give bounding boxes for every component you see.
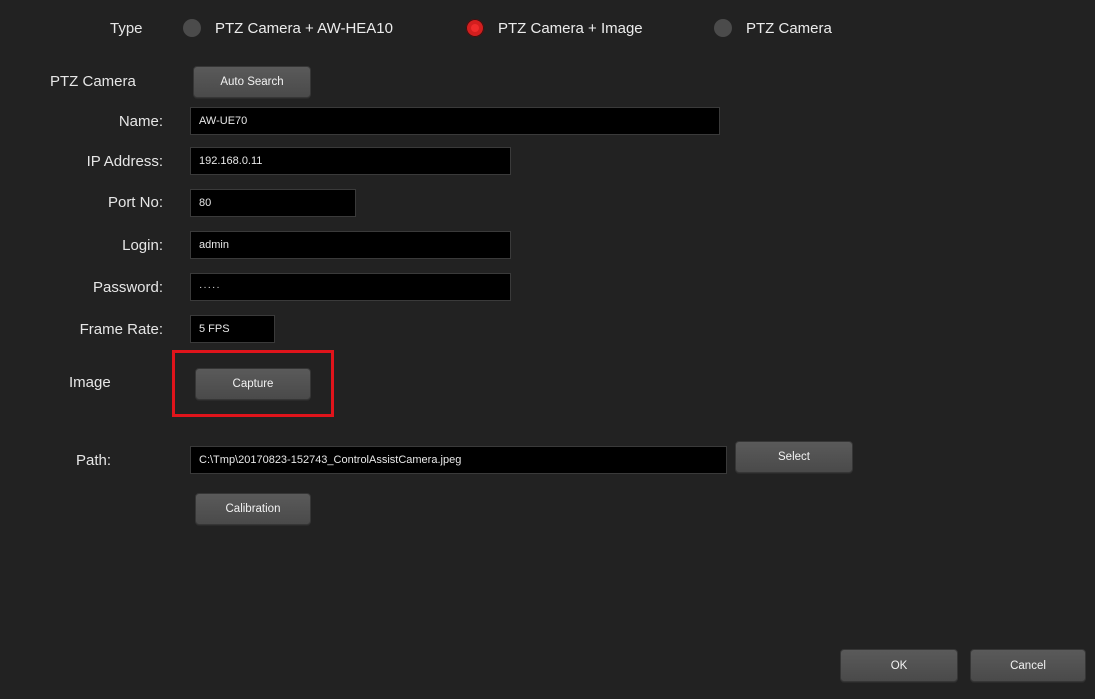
type-label: Type: [110, 20, 143, 37]
radio-unselected-icon: [714, 19, 732, 37]
frame-rate-label: Frame Rate:: [79, 321, 163, 338]
name-field[interactable]: AW-UE70: [190, 107, 720, 135]
radio-ptz-hea10[interactable]: PTZ Camera + AW-HEA10: [183, 19, 393, 37]
ptz-camera-label: PTZ Camera: [50, 73, 136, 90]
radio-selected-icon: [466, 19, 484, 37]
port-field[interactable]: 80: [190, 189, 356, 217]
radio-label: PTZ Camera + Image: [498, 19, 643, 37]
calibration-button[interactable]: Calibration: [195, 493, 311, 525]
path-field[interactable]: C:\Tmp\20170823-152743_ControlAssistCame…: [190, 446, 727, 474]
ok-button[interactable]: OK: [840, 649, 958, 682]
radio-label: PTZ Camera + AW-HEA10: [215, 19, 393, 37]
login-label: Login:: [122, 237, 163, 254]
port-label: Port No:: [107, 194, 163, 211]
password-field[interactable]: ·····: [190, 273, 511, 301]
select-button[interactable]: Select: [735, 441, 853, 473]
radio-label: PTZ Camera: [746, 19, 832, 37]
login-field[interactable]: admin: [190, 231, 511, 259]
ip-address-field[interactable]: 192.168.0.11: [190, 147, 511, 175]
cancel-button[interactable]: Cancel: [970, 649, 1086, 682]
frame-rate-field[interactable]: 5 FPS: [190, 315, 275, 343]
capture-highlight-box: [172, 350, 334, 417]
image-label: Image: [69, 374, 111, 391]
radio-ptz-only[interactable]: PTZ Camera: [714, 19, 832, 37]
name-label: Name:: [118, 113, 163, 130]
radio-unselected-icon: [183, 19, 201, 37]
auto-search-button[interactable]: Auto Search: [193, 66, 311, 98]
camera-settings-dialog: Type PTZ Camera + AW-HEA10 PTZ Camera + …: [0, 0, 1095, 699]
password-label: Password:: [92, 279, 163, 296]
path-label: Path:: [76, 452, 112, 469]
ip-address-label: IP Address:: [86, 153, 163, 170]
radio-ptz-image[interactable]: PTZ Camera + Image: [466, 19, 643, 37]
